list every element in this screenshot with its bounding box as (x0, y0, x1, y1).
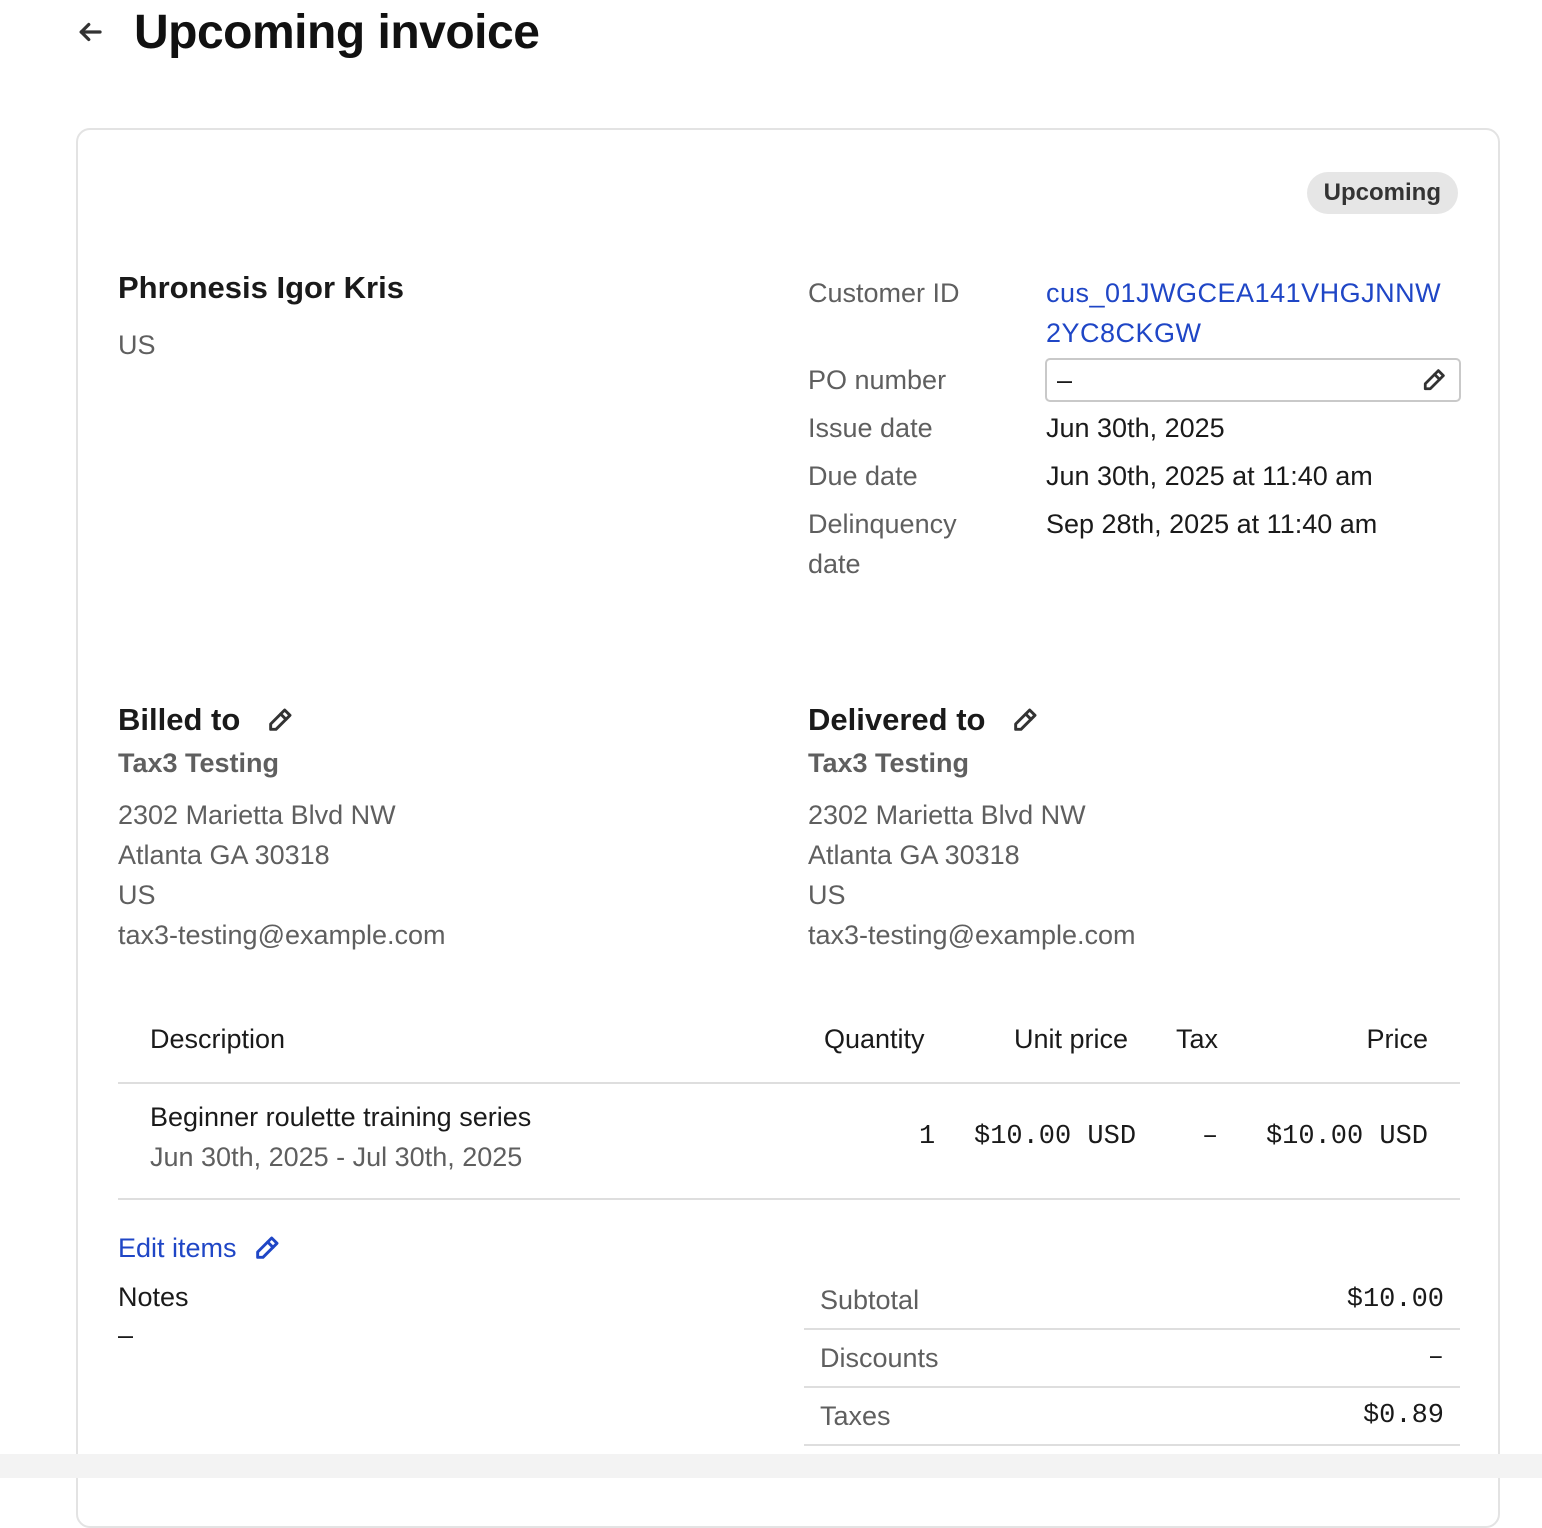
customer-id-link[interactable]: cus_01JWGCEA141VHGJNNW 2YC8CKGW (1046, 273, 1441, 353)
po-number-label: PO number (808, 365, 947, 395)
page-header: Upcoming invoice (72, 4, 540, 60)
billed-to-heading: Billed to (118, 702, 446, 738)
column-description: Description (150, 1024, 286, 1054)
notes-title: Notes (118, 1282, 189, 1312)
delinquency-date-value: Sep 28th, 2025 at 11:40 am (1046, 509, 1378, 539)
subtotal-value: $10.00 (1346, 1285, 1444, 1315)
address-line: Atlanta GA 30318 (808, 840, 1020, 870)
address-email: tax3-testing@example.com (808, 920, 1136, 950)
po-number-field[interactable]: – (1045, 358, 1461, 402)
line-item-period: Jun 30th, 2025 - Jul 30th, 2025 (150, 1142, 523, 1172)
bottom-bar (0, 1454, 1542, 1478)
page-title: Upcoming invoice (134, 5, 540, 59)
billed-to-company: Tax3 Testing (118, 748, 280, 778)
discounts-label: Discounts (820, 1342, 939, 1373)
line-item-quantity: 1 (919, 1122, 936, 1152)
taxes-value: $0.89 (1362, 1401, 1444, 1431)
delivered-to-address: 2302 Marietta Blvd NW Atlanta GA 30318 U… (808, 795, 1136, 955)
subtotal-row: Subtotal $10.00 (804, 1272, 1460, 1330)
billed-to-address: 2302 Marietta Blvd NW Atlanta GA 30318 U… (118, 795, 446, 955)
discounts-row: Discounts – (804, 1330, 1460, 1388)
taxes-row: Taxes $0.89 (804, 1388, 1460, 1446)
address-line: US (118, 880, 156, 910)
due-date-label: Due date (808, 461, 918, 491)
delinquency-label-line1: Delinquency (808, 509, 957, 539)
line-item-unit-price: $10.00 USD (974, 1122, 1137, 1152)
pencil-icon (251, 1232, 283, 1264)
issue-date-value: Jun 30th, 2025 (1046, 413, 1225, 443)
delinquency-label-line2: date (808, 549, 861, 579)
pencil-icon[interactable] (1419, 365, 1449, 395)
address-line: Atlanta GA 30318 (118, 840, 330, 870)
column-quantity: Quantity (824, 1024, 925, 1054)
arrow-left-icon (79, 22, 102, 42)
delivered-to-company: Tax3 Testing (808, 748, 970, 778)
customer-id-line1: cus_01JWGCEA141VHGJNNW (1046, 278, 1442, 308)
pencil-icon (269, 708, 292, 731)
status-badge: Upcoming (1306, 172, 1458, 214)
back-button[interactable] (72, 14, 108, 50)
delivered-to-section: Delivered to Tax3 Testing 2302 Marietta … (808, 702, 1136, 955)
po-number-value: – (1057, 364, 1073, 395)
column-price: Price (1366, 1024, 1428, 1054)
address-line: 2302 Marietta Blvd NW (118, 800, 396, 830)
edit-billed-to-button[interactable] (264, 704, 296, 736)
edit-items-label: Edit items (118, 1232, 237, 1263)
taxes-label: Taxes (820, 1400, 891, 1431)
line-item-price: $10.00 USD (1265, 1122, 1428, 1152)
billed-to-title: Billed to (118, 702, 241, 737)
address-email: tax3-testing@example.com (118, 920, 446, 950)
notes-value: – (118, 1320, 134, 1350)
pencil-icon (1014, 708, 1037, 731)
customer-id-line2: 2YC8CKGW (1046, 318, 1202, 348)
edit-delivered-to-button[interactable] (1009, 704, 1041, 736)
column-unit-price: Unit price (1014, 1024, 1129, 1054)
line-item-description: Beginner roulette training series (150, 1102, 532, 1132)
subtotal-label: Subtotal (820, 1284, 920, 1315)
column-tax: Tax (1176, 1024, 1219, 1054)
address-line: 2302 Marietta Blvd NW (808, 800, 1086, 830)
edit-items-link[interactable]: Edit items (118, 1232, 283, 1264)
due-date-value: Jun 30th, 2025 at 11:40 am (1046, 461, 1373, 491)
discounts-value: – (1427, 1343, 1444, 1373)
delivered-to-heading: Delivered to (808, 702, 1136, 738)
delivered-to-title: Delivered to (808, 702, 986, 737)
delinquency-date-label: Delinquency date (808, 504, 957, 584)
table-row: Beginner roulette training series Jun 30… (118, 1086, 1460, 1200)
totals-summary: Subtotal $10.00 Discounts – Taxes $0.89 (804, 1272, 1460, 1446)
issue-date-label: Issue date (808, 413, 933, 443)
line-item-tax: – (1202, 1122, 1219, 1152)
customer-name: Phronesis Igor Kris (118, 270, 404, 305)
billed-to-section: Billed to Tax3 Testing 2302 Marietta Blv… (118, 702, 446, 955)
invoice-card: Upcoming Phronesis Igor Kris US Customer… (76, 128, 1500, 1528)
line-items-header: Description Quantity Unit price Tax Pric… (118, 1022, 1460, 1084)
customer-country: US (118, 330, 156, 360)
address-line: US (808, 880, 846, 910)
customer-id-label: Customer ID (808, 278, 960, 308)
